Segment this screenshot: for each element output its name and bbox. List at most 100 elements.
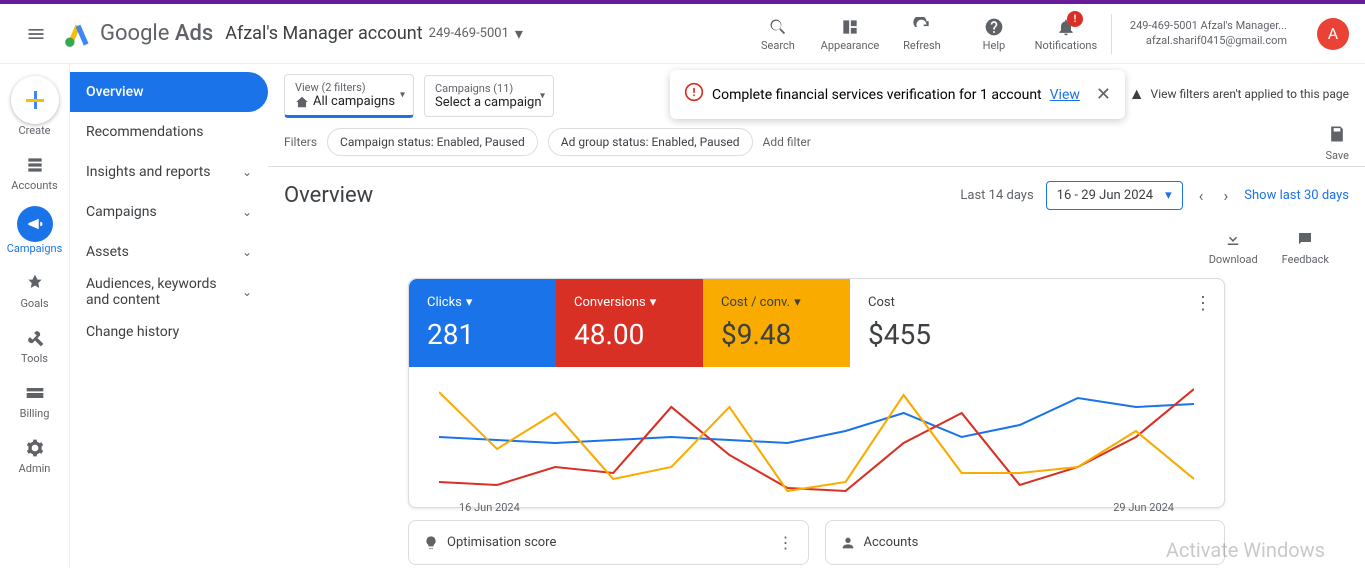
metric-cost-per-conv[interactable]: Cost / conv. ▾ $9.48: [703, 279, 850, 367]
verification-alert: Complete financial services verification…: [670, 70, 1125, 119]
download-icon: [1224, 230, 1242, 253]
metrics-row: Clicks ▾ 281 Conversions ▾ 48.00 Cost / …: [409, 279, 1224, 367]
alert-view-link[interactable]: View: [1050, 87, 1080, 103]
rail-campaigns[interactable]: Campaigns: [5, 206, 65, 255]
create-button[interactable]: Create: [5, 76, 65, 137]
account-dropdown-icon[interactable]: ▾: [515, 24, 523, 43]
chart-x-start: 16 Jun 2024: [459, 501, 520, 514]
goals-icon: [25, 269, 45, 297]
ads-logo-icon: [64, 20, 92, 48]
feedback-button[interactable]: Feedback: [1282, 230, 1329, 266]
appearance-button[interactable]: Appearance: [823, 15, 877, 52]
save-button[interactable]: Save: [1325, 124, 1349, 162]
chart-x-end: 29 Jun 2024: [1113, 501, 1174, 514]
sidenav-overview[interactable]: Overview: [70, 72, 268, 112]
campaigns-dropdown[interactable]: Campaigns (11) Select a campaign ▾: [424, 75, 554, 117]
chevron-down-icon: ⌄: [242, 205, 252, 219]
filters-label: Filters: [284, 135, 317, 149]
rail-accounts[interactable]: Accounts: [5, 151, 65, 192]
sidenav-change-history[interactable]: Change history: [70, 312, 268, 352]
logo-text: Google Ads: [100, 21, 213, 46]
hamburger-icon: [26, 24, 46, 44]
bulb-icon: [423, 535, 439, 551]
people-icon: [840, 535, 856, 551]
sidenav-recommendations[interactable]: Recommendations: [70, 112, 268, 152]
rail-goals[interactable]: Goals: [5, 269, 65, 310]
last-14-label: Last 14 days: [960, 188, 1033, 203]
plus-icon: [26, 91, 44, 109]
search-icon: [768, 15, 788, 39]
warning-triangle-icon: ▲: [1129, 84, 1145, 104]
next-period-button[interactable]: ›: [1219, 182, 1232, 209]
caret-down-icon: ▾: [650, 295, 657, 310]
date-range-picker[interactable]: 16 - 29 Jun 2024: [1046, 181, 1183, 210]
line-chart: [439, 377, 1194, 497]
account-name[interactable]: Afzal's Manager account: [225, 23, 422, 44]
rail-billing[interactable]: Billing: [5, 379, 65, 420]
caret-down-icon: ▾: [400, 90, 405, 101]
download-feedback-row: Download Feedback: [268, 224, 1365, 272]
chevron-down-icon: ⌄: [242, 285, 252, 299]
user-avatar[interactable]: A: [1317, 18, 1349, 50]
date-controls: Last 14 days 16 - 29 Jun 2024 ‹ › Show l…: [960, 181, 1349, 210]
filter-chips-row: Filters Campaign status: Enabled, Paused…: [268, 118, 1365, 166]
refresh-button[interactable]: Refresh: [895, 15, 949, 52]
main-content: View (2 filters) All campaigns ▾ Campaig…: [268, 64, 1365, 568]
metrics-chart: 16 Jun 2024 29 Jun 2024: [409, 367, 1224, 507]
alert-close-button[interactable]: ✕: [1096, 84, 1111, 105]
left-rail: Create Accounts Campaigns Goals Tools Bi…: [0, 64, 70, 568]
help-button[interactable]: Help: [967, 15, 1021, 52]
sidenav-audiences[interactable]: Audiences, keywords and content⌄: [70, 272, 268, 312]
rail-tools[interactable]: Tools: [5, 324, 65, 365]
top-bar: Google Ads Afzal's Manager account 249-4…: [0, 4, 1365, 64]
feedback-icon: [1296, 230, 1314, 253]
sidenav-campaigns[interactable]: Campaigns⌄: [70, 192, 268, 232]
download-button[interactable]: Download: [1209, 230, 1258, 266]
sidenav-assets[interactable]: Assets⌄: [70, 232, 268, 272]
admin-icon: [25, 434, 45, 462]
campaigns-icon: [17, 206, 53, 242]
logo-google: Google: [100, 21, 169, 46]
tools-icon: [25, 324, 45, 352]
optimisation-score-card[interactable]: Optimisation score ⋮: [408, 520, 809, 565]
side-nav: Overview Recommendations Insights and re…: [70, 64, 268, 568]
metric-cost[interactable]: Cost $455: [850, 279, 997, 367]
home-icon: [295, 95, 309, 109]
caret-down-icon: ▾: [466, 295, 473, 310]
accounts-icon: [25, 151, 45, 179]
show-30-days-link[interactable]: Show last 30 days: [1244, 188, 1349, 203]
user-info[interactable]: 249-469-5001 Afzal's Manager... afzal.sh…: [1130, 19, 1287, 48]
rail-admin[interactable]: Admin: [5, 434, 65, 475]
notifications-button[interactable]: ! Notifications: [1039, 15, 1093, 52]
metrics-card: Clicks ▾ 281 Conversions ▾ 48.00 Cost / …: [408, 278, 1225, 508]
metric-clicks[interactable]: Clicks ▾ 281: [409, 279, 556, 367]
separator: [1111, 14, 1112, 54]
google-ads-logo: Google Ads: [64, 20, 213, 48]
bottom-cards: Optimisation score ⋮ Accounts: [408, 520, 1225, 565]
filter-chip-campaign-status[interactable]: Campaign status: Enabled, Paused: [327, 128, 538, 156]
filter-row: View (2 filters) All campaigns ▾ Campaig…: [268, 64, 1365, 118]
caret-down-icon: ▾: [540, 91, 545, 102]
logo-ads: Ads: [175, 21, 213, 46]
alert-icon: [684, 82, 704, 107]
search-button[interactable]: Search: [751, 15, 805, 52]
main-menu-button[interactable]: [16, 14, 56, 54]
overview-header: Overview Last 14 days 16 - 29 Jun 2024 ‹…: [268, 167, 1365, 224]
chevron-down-icon: ⌄: [242, 245, 252, 259]
accounts-card[interactable]: Accounts: [825, 520, 1226, 565]
prev-period-button[interactable]: ‹: [1195, 182, 1208, 209]
metric-conversions[interactable]: Conversions ▾ 48.00: [556, 279, 703, 367]
card-menu-button[interactable]: ⋮: [1194, 293, 1212, 314]
add-filter-button[interactable]: Add filter: [763, 135, 811, 149]
view-dropdown[interactable]: View (2 filters) All campaigns ▾: [284, 74, 414, 118]
sidenav-insights[interactable]: Insights and reports⌄: [70, 152, 268, 192]
chevron-down-icon: ⌄: [242, 165, 252, 179]
account-id: 249-469-5001: [429, 26, 509, 41]
card-menu-button[interactable]: ⋮: [778, 533, 794, 552]
page-title: Overview: [284, 183, 373, 208]
billing-icon: [25, 379, 45, 407]
top-actions: Search Appearance Refresh Help ! Notific…: [751, 14, 1349, 54]
caret-down-icon: ▾: [794, 295, 801, 310]
appearance-icon: [840, 15, 860, 39]
filter-chip-adgroup-status[interactable]: Ad group status: Enabled, Paused: [548, 128, 753, 156]
